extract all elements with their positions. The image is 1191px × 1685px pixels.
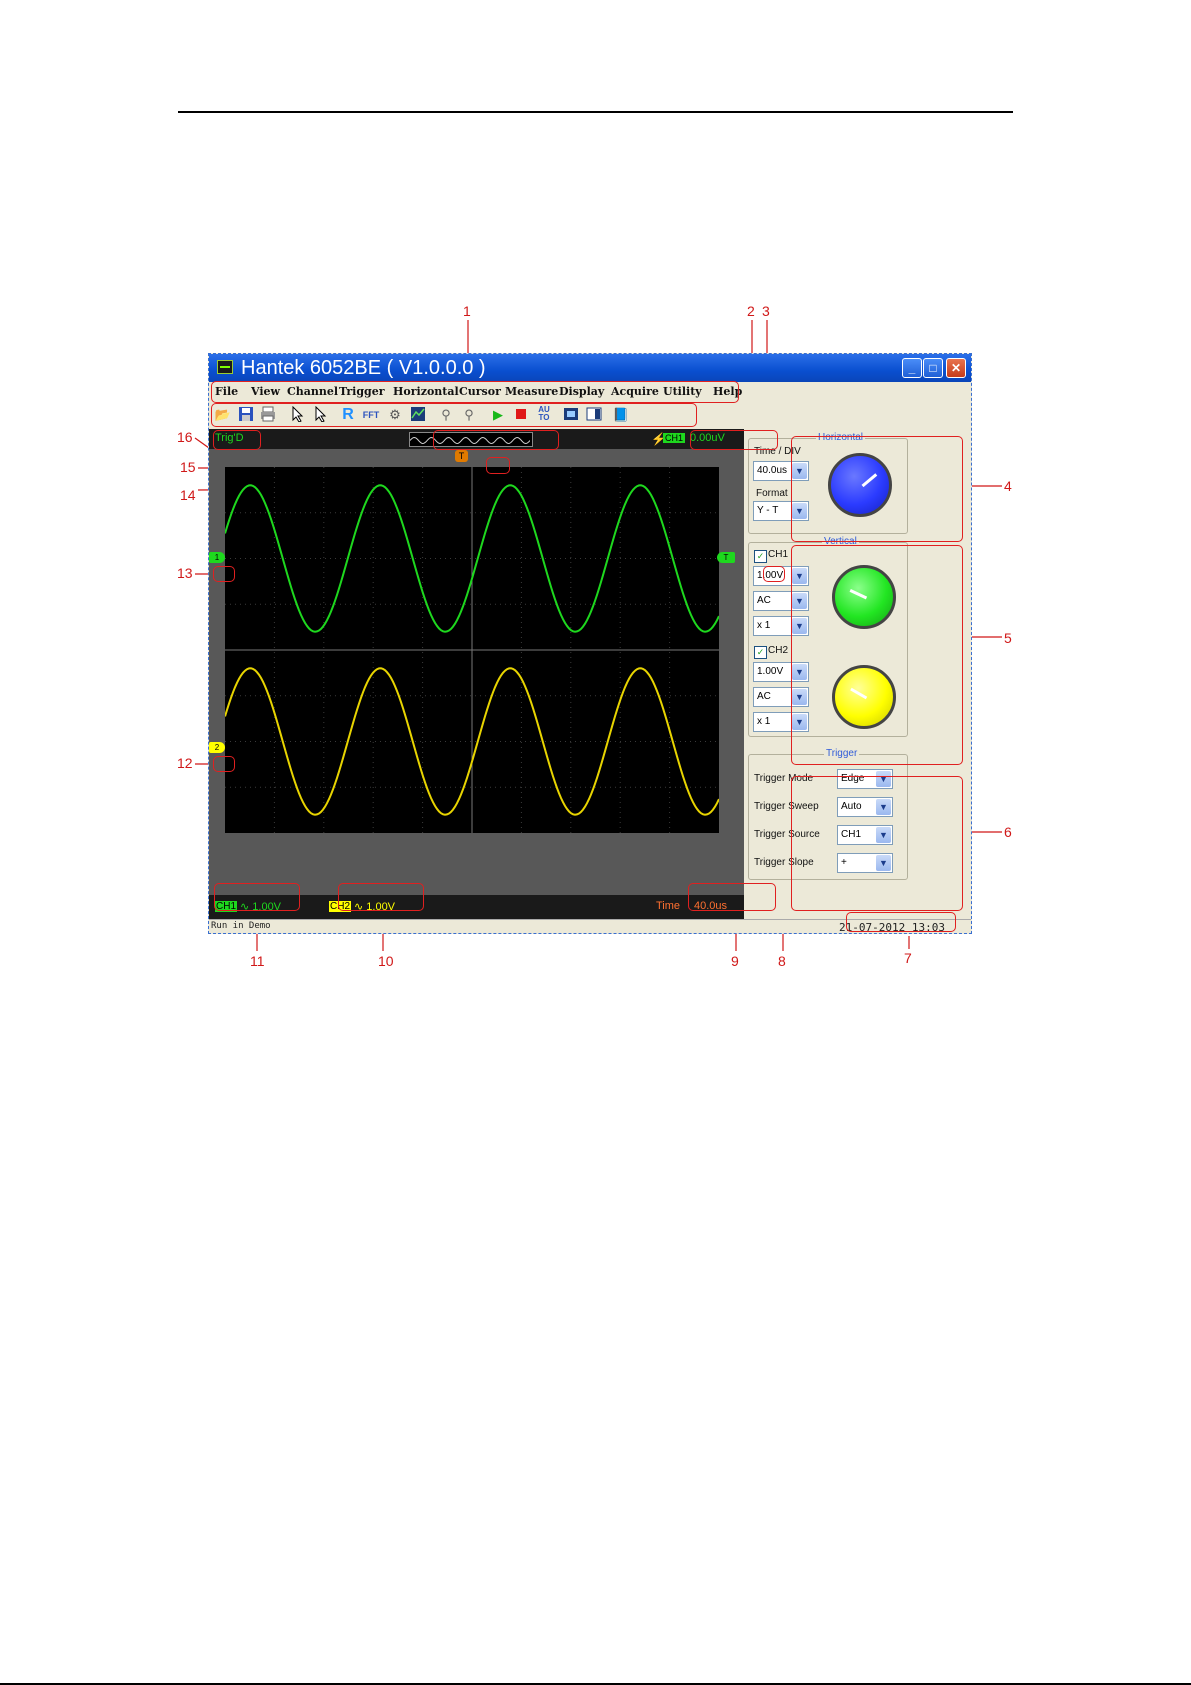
window-title: Hantek 6052BE ( V1.0.0.0 )	[241, 357, 486, 379]
callout-box-ch2-marker	[213, 756, 235, 772]
ch2-label: CH2	[768, 645, 789, 656]
minimize-button[interactable]: _	[902, 358, 922, 378]
trigger-level-marker[interactable]: T	[717, 552, 735, 563]
ch2-probe-value: x 1	[757, 716, 771, 727]
callout-box-horizontal	[791, 436, 963, 542]
status-message: Run in Demo	[211, 921, 271, 931]
format-value: Y - T	[757, 505, 779, 516]
close-button[interactable]: ✕	[946, 358, 966, 378]
ch1-position-marker[interactable]: 1	[209, 552, 225, 563]
format-label: Format	[756, 488, 788, 499]
callout-box-level-marker	[763, 566, 785, 582]
ch1-coupling-value: AC	[757, 595, 771, 606]
callout-box-trigger	[791, 776, 963, 911]
callout-box-trigger-info	[690, 430, 778, 450]
callout-box-trigger-marker	[486, 457, 510, 474]
callout-box-ch1-marker	[213, 566, 235, 582]
ch2-volts-value: 1.00V	[757, 666, 784, 677]
time-label: Time	[656, 900, 681, 912]
ch1-checkbox[interactable]: ✓	[754, 550, 767, 563]
ch2-position-marker[interactable]: 2	[209, 742, 225, 753]
callout-box-ch1-info	[214, 883, 300, 911]
trigger-position-marker[interactable]: T	[455, 450, 468, 462]
title-bar[interactable]: Hantek 6052BE ( V1.0.0.0 ) _ □ ✕	[209, 354, 971, 382]
callout-box-toolbar	[211, 403, 697, 427]
callout-box-vertical	[791, 545, 963, 765]
ch1-label: CH1	[768, 549, 789, 560]
callout-box-overview	[433, 430, 559, 450]
callout-box-datetime	[846, 912, 956, 932]
app-logo-icon	[217, 360, 233, 374]
trigger-channel-tag: CH1	[663, 433, 686, 443]
scope-display: Trig'D ⚡ CH1 0.00uV T 1 2 T CH1 ∿ 1.00V …	[209, 429, 744, 919]
callout-box-ch2-info	[338, 883, 424, 911]
ch2-checkbox[interactable]: ✓	[754, 646, 767, 659]
callout-box-menu	[211, 381, 739, 403]
ch2-coupling-value: AC	[757, 691, 771, 702]
callout-box-time-info	[688, 883, 776, 911]
maximize-button[interactable]: □	[923, 358, 943, 378]
waveform-area	[225, 467, 719, 833]
time-div-value: 40.0us	[757, 465, 788, 476]
callout-box-trig-status	[213, 430, 261, 450]
ch1-probe-value: x 1	[757, 620, 771, 631]
